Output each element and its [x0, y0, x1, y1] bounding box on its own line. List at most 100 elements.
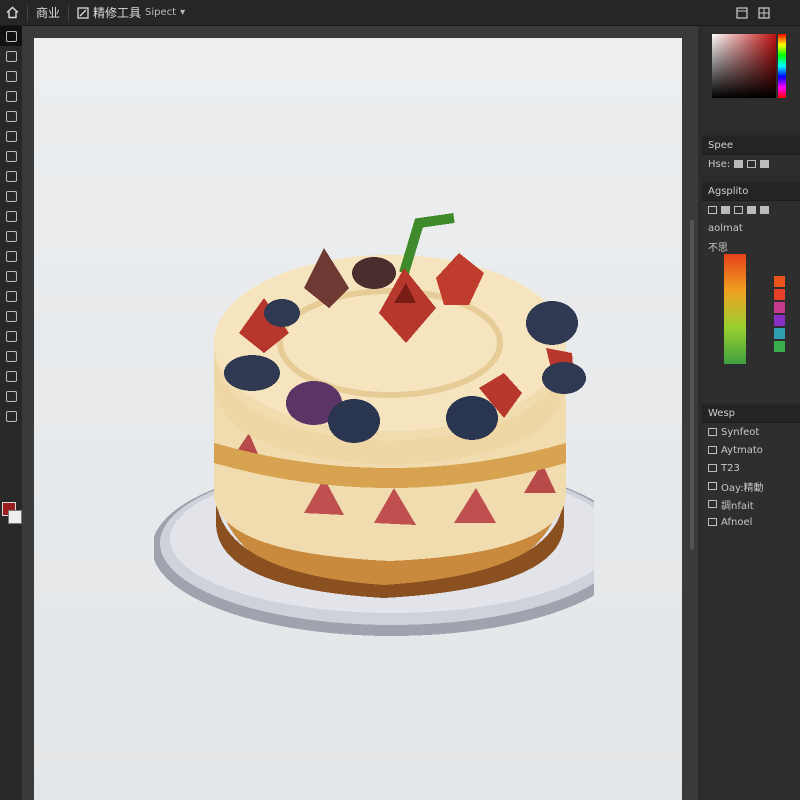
dodge-icon	[5, 310, 17, 322]
tool-mask[interactable]	[0, 386, 22, 406]
gradient-icon	[5, 190, 17, 202]
layer-name: 調nfait	[721, 500, 754, 512]
tool-note[interactable]	[0, 366, 22, 386]
adjustment-row[interactable]: 不思	[702, 237, 800, 255]
hue-icon[interactable]	[760, 206, 769, 214]
shape-icon	[5, 250, 17, 262]
layer-item[interactable]: Afnoel	[702, 513, 800, 531]
layer-visibility-icon[interactable]	[708, 446, 717, 454]
eyedropper-icon	[5, 110, 17, 122]
move-icon	[5, 30, 17, 42]
swatch-grid-icon[interactable]	[734, 160, 744, 168]
stamp-icon	[5, 150, 17, 162]
palette-color-chip[interactable]	[774, 276, 785, 287]
retouch-tool-icon	[77, 6, 89, 19]
layers-panel: Wesp Synfeot Aytmato T23 Oay:精動 調nfait Afnoel	[702, 404, 800, 800]
mask-icon	[5, 390, 17, 402]
layer-name: Afnoel	[721, 516, 753, 528]
tool-screen[interactable]	[0, 406, 22, 426]
layer-item[interactable]: T23	[702, 459, 800, 477]
levels-icon[interactable]	[708, 206, 717, 214]
tool-menu-button[interactable]: 精修工具 Sipect ▾	[71, 0, 191, 26]
adjustment-row[interactable]: aolmat	[702, 219, 800, 237]
layer-item[interactable]: Aytmato	[702, 441, 800, 459]
layer-visibility-icon[interactable]	[708, 518, 717, 526]
tool-marquee[interactable]	[0, 66, 22, 86]
tool-eraser[interactable]	[0, 166, 22, 186]
layer-visibility-icon[interactable]	[708, 482, 717, 490]
layer-visibility-icon[interactable]	[708, 464, 717, 472]
brush-icon	[5, 130, 17, 142]
swatches-panel-title[interactable]: Spee	[702, 136, 800, 155]
layer-visibility-icon[interactable]	[708, 500, 717, 508]
palette-color-chip[interactable]	[774, 341, 785, 352]
color-chip-column	[774, 274, 785, 354]
tool-zoom[interactable]	[0, 286, 22, 306]
swatch-list-icon[interactable]	[747, 160, 757, 168]
palette-color-chip[interactable]	[774, 328, 785, 339]
blur-icon	[5, 330, 17, 342]
layer-name: Synfeot	[721, 426, 760, 438]
note-icon	[5, 370, 17, 382]
hand-icon	[5, 270, 17, 282]
pen-icon	[5, 210, 17, 222]
swatches-row-label: Hse:	[708, 158, 731, 170]
home-icon	[6, 6, 19, 19]
adjustment-icons-row	[702, 201, 800, 219]
adjustments-panel: Agsplito aolmat 不思	[702, 182, 800, 402]
tool-blur[interactable]	[0, 326, 22, 346]
swatches-row: Hse:	[702, 155, 800, 173]
curves-icon[interactable]	[721, 206, 730, 214]
tool-path[interactable]	[0, 346, 22, 366]
preset-dropdown[interactable]: Sipect	[145, 7, 176, 18]
layer-item[interactable]: 調nfait	[702, 495, 800, 513]
tool-move[interactable]	[0, 26, 22, 46]
vertical-scrollbar[interactable]	[690, 220, 694, 550]
text-icon	[5, 230, 17, 242]
swatch-add-icon[interactable]	[760, 160, 770, 168]
marquee-icon	[5, 70, 17, 82]
palette-color-chip[interactable]	[774, 289, 785, 300]
layer-visibility-icon[interactable]	[708, 428, 717, 436]
tool-shape[interactable]	[0, 246, 22, 266]
home-button[interactable]	[0, 0, 25, 26]
tool-hand[interactable]	[0, 266, 22, 286]
tool-eyedropper[interactable]	[0, 106, 22, 126]
tool-gradient[interactable]	[0, 186, 22, 206]
swatches-panel: Spee Hse:	[702, 136, 800, 176]
palette-color-chip[interactable]	[774, 315, 785, 326]
layer-item[interactable]: Oay:精動	[702, 477, 800, 495]
tool-lasso[interactable]	[0, 46, 22, 66]
tool-dodge[interactable]	[0, 306, 22, 326]
color-field[interactable]	[712, 34, 776, 98]
vibrance-icon[interactable]	[747, 206, 756, 214]
tool-brush[interactable]	[0, 126, 22, 146]
window-icon[interactable]	[736, 7, 748, 19]
crop-icon	[5, 90, 17, 102]
layer-item[interactable]: Synfeot	[702, 423, 800, 441]
tool-stamp[interactable]	[0, 146, 22, 166]
tool-pen[interactable]	[0, 206, 22, 226]
grid-icon[interactable]	[758, 7, 770, 19]
layer-name: Aytmato	[721, 444, 763, 456]
pixel-cake-artwork	[154, 213, 594, 636]
tool-crop[interactable]	[0, 86, 22, 106]
exposure-icon[interactable]	[734, 206, 743, 214]
chevron-down-icon: ▾	[180, 7, 186, 18]
lasso-icon	[5, 50, 17, 62]
layers-panel-title[interactable]: Wesp	[702, 404, 800, 423]
tools-panel	[0, 26, 23, 800]
eraser-icon	[5, 170, 17, 182]
layer-name: Oay:精動	[721, 482, 764, 494]
tool-text[interactable]	[0, 226, 22, 246]
divider	[27, 4, 28, 21]
gradient-preview[interactable]	[724, 254, 746, 364]
menu-business[interactable]: 商业	[30, 0, 66, 26]
hue-slider[interactable]	[778, 34, 786, 98]
adjustments-panel-title[interactable]: Agsplito	[702, 182, 800, 201]
divider	[68, 4, 70, 21]
color-picker-panel	[702, 26, 800, 130]
palette-color-chip[interactable]	[774, 302, 785, 313]
background-color-swatch[interactable]	[8, 510, 22, 524]
artboard-canvas[interactable]	[34, 38, 682, 800]
